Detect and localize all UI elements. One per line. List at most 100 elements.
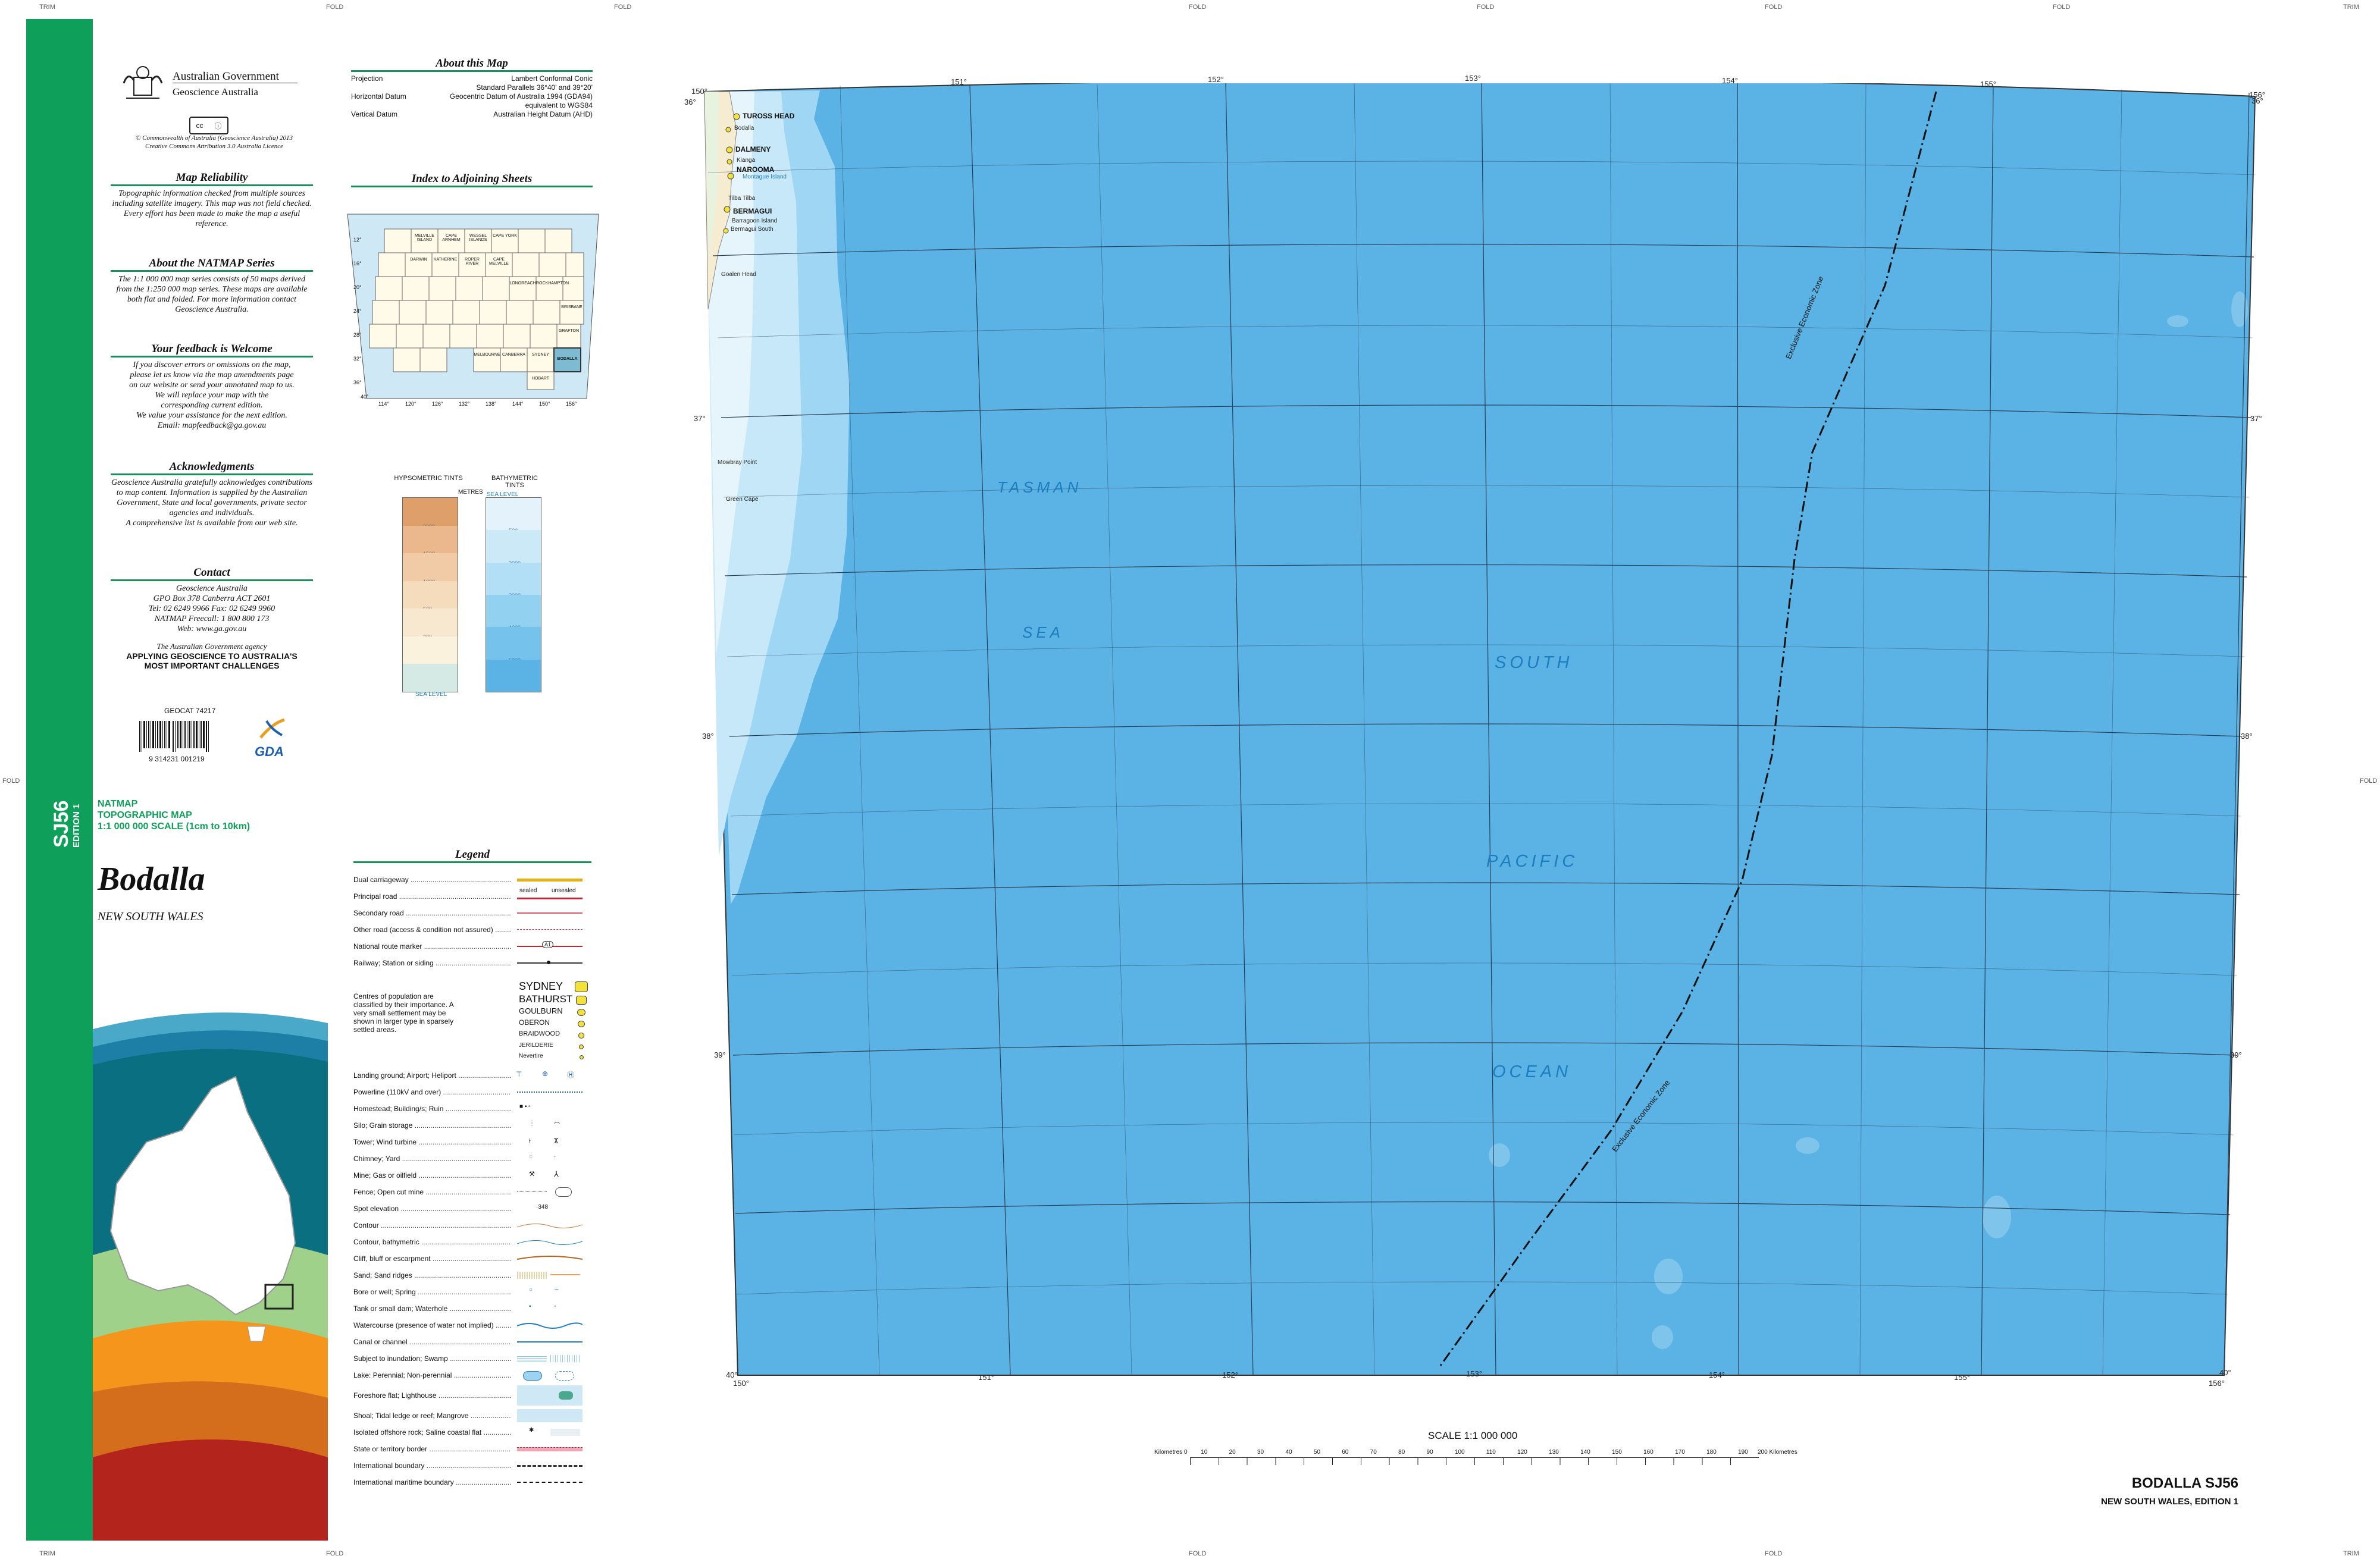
index-lat-label: 28° — [353, 332, 362, 338]
legend-row: Dual carriageway — [353, 873, 591, 886]
legend-label: Lake: Perennial; Non-perennial — [353, 1371, 511, 1379]
legend-row: International maritime boundary — [353, 1476, 591, 1489]
town-symbol-icon — [577, 1009, 585, 1016]
bathymetric-tint-bar: 5002000300040005000 — [486, 497, 541, 692]
index-sheet[interactable]: WESSEL ISLANDS — [465, 234, 491, 242]
legend-label: Spot elevation — [353, 1205, 511, 1213]
legend-row: Secondary road — [353, 907, 591, 920]
town-label: TUROSS HEAD — [743, 112, 795, 120]
lon-label: 155° — [1980, 80, 1996, 89]
population-sample: Nevertire — [519, 1053, 543, 1059]
coat-of-arms-icon — [119, 59, 167, 107]
index-sheet[interactable]: CAPE ARNHEM — [438, 234, 465, 242]
fold-mark-top: FOLD — [2053, 4, 2071, 11]
index-sheet[interactable]: CAPE MELVILLE — [486, 258, 512, 266]
index-lon-label: 144° — [512, 401, 524, 407]
legend-label: Subject to inundation; Swamp — [353, 1354, 511, 1363]
feedback-line: please let us know via the map amendment… — [130, 371, 294, 379]
lon-label: 153° — [1465, 74, 1481, 83]
about-value: Lambert Conformal Conic — [511, 74, 593, 83]
index-sheet[interactable]: KATHERINE — [432, 258, 459, 262]
lighthouse-icon — [559, 1391, 573, 1400]
feedback-email[interactable]: Email: mapfeedback@ga.gov.au — [111, 421, 313, 431]
scale-tick: 120 — [1517, 1449, 1527, 1456]
index-lat-label: 24° — [353, 308, 362, 314]
lon-label: 153° — [1466, 1369, 1482, 1378]
town-symbol-icon — [576, 996, 587, 1005]
index-sheet[interactable]: BRISBANE — [560, 305, 584, 309]
contact-panel: Contact Geoscience Australia GPO Box 378… — [111, 566, 313, 670]
legend-row: Chimney; Yard ◌ · — [353, 1152, 591, 1165]
panel-title: Contact — [193, 566, 230, 579]
index-sheet[interactable]: SYDNEY — [527, 353, 554, 357]
legend-row: Contour — [353, 1219, 591, 1232]
creative-commons-icon: cc ⓘ — [189, 117, 228, 134]
legend-label: Tower; Wind turbine — [353, 1138, 511, 1146]
town-label: BERMAGUI — [733, 207, 772, 215]
panel-rule — [111, 184, 313, 186]
metres-label: METRES — [458, 489, 483, 495]
legend-label: Cliff, bluff or escarpment — [353, 1254, 511, 1263]
index-sheet[interactable]: DARWIN — [405, 258, 432, 262]
legend-label: Secondary road — [353, 909, 511, 917]
index-lon-label: 126° — [432, 401, 443, 407]
scale-tick: 30 — [1257, 1449, 1264, 1456]
index-sheet-current[interactable]: BODALLA — [554, 357, 581, 361]
cliff-symbol — [517, 1256, 583, 1260]
non-perennial-lake-icon — [555, 1371, 574, 1381]
legend-panel: Legend — [353, 848, 591, 863]
legend-row: Spot elevation ·348 — [353, 1202, 591, 1215]
main-map[interactable]: TASMAN SEA SOUTH PACIFIC OCEAN Exclusive… — [695, 79, 2266, 1380]
index-sheet[interactable]: LONGREACH — [509, 281, 536, 286]
hypsometric-tint-bar: 200015001000500200 — [402, 497, 458, 692]
scale-tick: 130 — [1549, 1449, 1559, 1456]
index-sheet[interactable]: ROPER RIVER — [459, 258, 486, 266]
bath-tint: 3000 — [486, 562, 541, 598]
town-symbol-icon — [579, 1045, 584, 1049]
contact-line: GPO Box 378 Canberra ACT 2601 — [153, 594, 271, 603]
legend-label: Silo; Grain storage — [353, 1121, 511, 1130]
fold-mark-top: FOLD — [1765, 4, 1783, 11]
sheet-name: BODALLA SJ56 — [2131, 1475, 2238, 1491]
legend-row: Fence; Open cut mine — [353, 1185, 591, 1199]
contact-website[interactable]: Web: www.ga.gov.au — [111, 624, 313, 634]
legend-row: Foreshore flat; Lighthouse — [353, 1385, 591, 1406]
legend-row: Canal or channel — [353, 1335, 591, 1348]
hyp-tint — [403, 664, 458, 692]
panel-text: A comprehensive list is available from o… — [126, 519, 298, 528]
legend-label: Mine; Gas or oilfield — [353, 1171, 511, 1180]
legend-row: Landing ground; Airport; Heliport ⊤ ⊕ Ⓗ — [353, 1069, 591, 1082]
shoal-symbol — [517, 1409, 583, 1422]
homestead-icon: ■ ▪ ▫ — [519, 1103, 531, 1110]
secondary-road-symbol — [517, 912, 583, 914]
index-sheet[interactable]: CAPE YORK — [491, 234, 518, 238]
sheet-subtitle: NEW SOUTH WALES, EDITION 1 — [2101, 1497, 2238, 1507]
legend-label: Contour, bathymetric — [353, 1238, 511, 1246]
lon-label: 155° — [1954, 1373, 1970, 1382]
govt-name: Australian Government — [173, 70, 279, 83]
headland-label: Goalen Head — [721, 271, 756, 278]
about-value: Geocentric Datum of Australia 1994 (GDA9… — [449, 92, 593, 101]
fold-mark-top: FOLD — [326, 4, 344, 11]
panel-rule — [351, 70, 593, 72]
index-sheet[interactable]: CANBERRA — [500, 353, 527, 357]
legend-label: International boundary — [353, 1461, 511, 1470]
index-adjoining-sheets-panel: Index to Adjoining Sheets — [351, 172, 593, 187]
index-sheet[interactable]: ROCKHAMPTON — [536, 281, 569, 286]
index-lat-label: 20° — [353, 284, 362, 290]
panel-rule — [351, 186, 593, 187]
index-sheet[interactable]: MELVILLE ISLAND — [411, 234, 438, 242]
saline-flat-symbol — [550, 1429, 580, 1436]
index-sheet[interactable]: GRAFTON — [557, 329, 581, 333]
natmap-series-panel: About the NATMAP Series The 1:1 000 000 … — [111, 257, 313, 315]
about-label: Projection — [351, 74, 383, 83]
bathymetric-title: BATHYMETRIC TINTS — [491, 475, 538, 489]
scale-tick: 50 — [1313, 1449, 1320, 1456]
index-sheet[interactable]: HOBART — [527, 377, 554, 381]
town-label: Barragoon Island — [732, 218, 778, 224]
headland-label: Green Cape — [726, 496, 759, 503]
lon-label: 151° — [978, 1373, 994, 1382]
gda-text: GDA — [255, 744, 284, 759]
index-sheet[interactable]: MELBOURNE — [474, 353, 500, 357]
sand-ridge-symbol — [550, 1274, 580, 1275]
